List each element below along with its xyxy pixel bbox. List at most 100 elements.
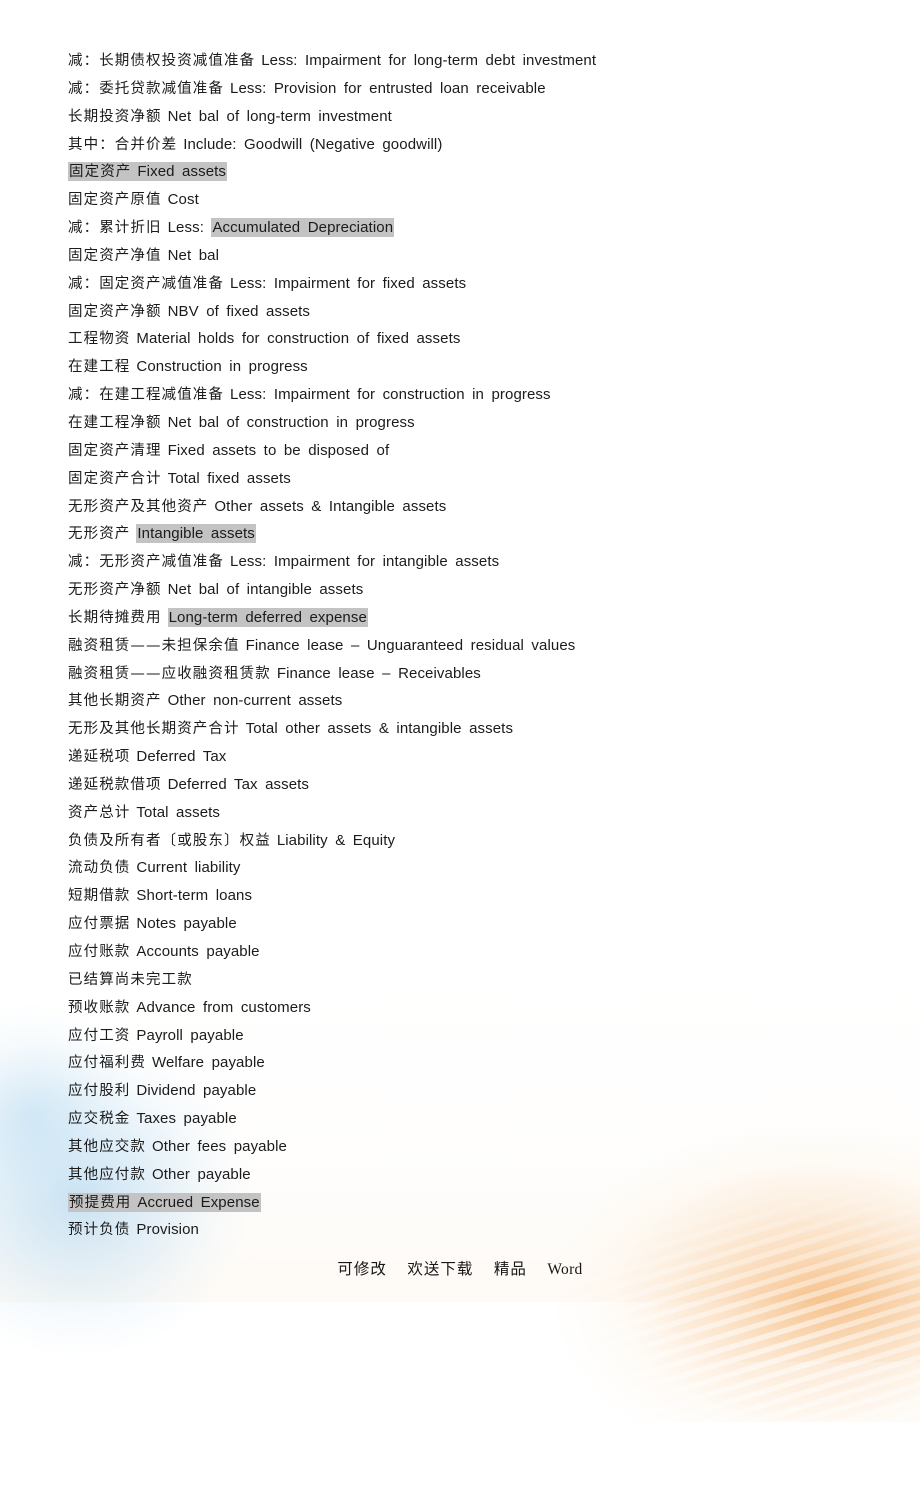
glossary-line: 无形资产及其他资产 Other assets & Intangible asset… xyxy=(68,493,868,521)
term-chinese: 固定资产净值 xyxy=(68,247,162,264)
term-chinese: 应付账款 xyxy=(68,944,131,960)
term-english: Taxes payable xyxy=(136,1110,237,1128)
term-chinese: 应付福利费 xyxy=(68,1055,146,1072)
term-english: Net bal xyxy=(167,246,220,264)
term-chinese: 其他长期资产 xyxy=(68,693,162,710)
term-english: Cost xyxy=(167,191,199,209)
term-english: Current liability xyxy=(136,859,241,877)
page-footer: 可修改 欢送下载 精品 Word xyxy=(0,1257,920,1279)
glossary-line: 其中：合并价差 Include: Goodwill (Negative goodw… xyxy=(68,131,868,159)
footer-item-0: 可修改 xyxy=(337,1260,387,1278)
term-chinese: 无形及其他长期资产合计 xyxy=(68,721,240,738)
term-chinese: 短期借款 xyxy=(68,888,131,905)
term-english: Other non-current assets xyxy=(167,692,343,710)
highlight-span: 预提费用 Accrued Expense xyxy=(68,1192,261,1212)
glossary-line: 减：长期债权投资减值准备 Less: Impairment for long-te… xyxy=(68,47,868,75)
glossary-line: 应付票据 Notes payable xyxy=(68,910,868,938)
term-english: Accrued Expense xyxy=(137,1193,260,1211)
glossary-line: 应交税金 Taxes payable xyxy=(68,1105,868,1133)
document-page: 减：长期债权投资减值准备 Less: Impairment for long-te… xyxy=(0,0,920,1302)
term-english: Total assets xyxy=(136,803,221,821)
glossary-line: 预收账款 Advance from customers xyxy=(68,994,868,1022)
term-english: Deferred Tax assets xyxy=(167,775,310,793)
term-english-highlighted: Intangible assets xyxy=(136,524,256,544)
term-chinese: 减：在建工程减值准备 xyxy=(68,387,224,404)
term-english: Liability & Equity xyxy=(276,831,396,849)
term-english: Less: Provision for entrusted loan recei… xyxy=(230,79,546,97)
term-english-highlighted: Long-term deferred expense xyxy=(167,607,368,627)
glossary-line: 减：在建工程减值准备 Less: Impairment for construct… xyxy=(68,381,868,409)
term-english: Total other assets & intangible assets xyxy=(245,720,514,738)
glossary-line: 应付工资 Payroll payable xyxy=(68,1022,868,1050)
term-chinese: 减：累计折旧 xyxy=(68,220,162,237)
term-english: Less: Impairment for construction in pro… xyxy=(230,386,551,404)
glossary-line: 资产总计 Total assets xyxy=(68,799,868,827)
glossary-line: 固定资产清理 Fixed assets to be disposed of xyxy=(68,437,868,465)
term-english: Include: Goodwill (Negative goodwill) xyxy=(183,135,443,153)
glossary-line: 其他应付款 Other payable xyxy=(68,1161,868,1189)
glossary-line: 减：累计折旧 Less: Accumulated Depreciation xyxy=(68,214,868,242)
term-english: Accounts payable xyxy=(136,943,260,960)
term-english: Less: Impairment for fixed assets xyxy=(230,274,467,292)
glossary-line: 固定资产净值 Net bal xyxy=(68,242,868,270)
glossary-line: 其他长期资产 Other non-current assets xyxy=(68,687,868,715)
glossary-line: 应付账款 Accounts payable xyxy=(68,938,868,966)
term-english: Material holds for construction of fixed… xyxy=(136,330,461,348)
term-english: Net bal of construction in progress xyxy=(167,413,415,431)
glossary-line: 长期待摊费用 Long-term deferred expense xyxy=(68,604,868,632)
term-english: Payroll payable xyxy=(136,1026,244,1044)
term-chinese: 应付票据 xyxy=(68,916,131,933)
term-chinese: 长期投资净额 xyxy=(68,108,162,125)
term-english: Total fixed assets xyxy=(167,469,291,487)
term-english: Other payable xyxy=(152,1165,251,1183)
term-chinese: 减：固定资产减值准备 xyxy=(68,275,224,292)
glossary-line-list: 减：长期债权投资减值准备 Less: Impairment for long-te… xyxy=(68,47,868,1244)
glossary-line: 预计负债 Provision xyxy=(68,1216,868,1244)
term-chinese: 应付股利 xyxy=(68,1083,131,1100)
term-chinese: 固定资产清理 xyxy=(68,442,162,459)
term-english: Provision xyxy=(136,1221,199,1239)
term-chinese: 固定资产 xyxy=(69,164,132,181)
term-chinese: 长期待摊费用 xyxy=(68,609,162,626)
glossary-line: 长期投资净额 Net bal of long-term investment xyxy=(68,103,868,131)
footer-item-1: 欢送下载 xyxy=(407,1260,474,1278)
glossary-line: 固定资产 Fixed assets xyxy=(68,158,868,186)
term-chinese: 无形资产及其他资产 xyxy=(68,498,209,515)
term-chinese: 无形资产 xyxy=(68,526,131,543)
term-chinese: 在建工程净额 xyxy=(68,414,162,431)
glossary-line: 融资租赁——未担保余值 Finance lease – Unguaranteed … xyxy=(68,632,868,660)
glossary-line: 其他应交款 Other fees payable xyxy=(68,1133,868,1161)
term-chinese: 已结算尚未完工款 xyxy=(68,971,193,988)
glossary-line: 固定资产原值 Cost xyxy=(68,186,868,214)
term-chinese: 减：长期债权投资减值准备 xyxy=(68,53,256,69)
term-english: Less: Impairment for intangible assets xyxy=(230,553,500,571)
glossary-line: 减：无形资产减值准备 Less: Impairment for intangibl… xyxy=(68,548,868,576)
glossary-line: 短期借款 Short-term loans xyxy=(68,882,868,910)
term-english: Less: Impairment for long-term debt inve… xyxy=(261,52,597,69)
term-english: Construction in progress xyxy=(136,358,308,376)
glossary-line: 无形资产 Intangible assets xyxy=(68,520,868,548)
term-english: Finance lease – Receivables xyxy=(276,664,481,682)
term-chinese: 其他应付款 xyxy=(68,1166,146,1183)
term-chinese: 预计负债 xyxy=(68,1222,131,1239)
term-chinese: 其中：合并价差 xyxy=(68,136,178,153)
term-english: Net bal of long-term investment xyxy=(167,107,392,125)
glossary-line: 减：固定资产减值准备 Less: Impairment for fixed ass… xyxy=(68,270,868,298)
term-chinese: 工程物资 xyxy=(68,331,131,348)
term-chinese: 应交税金 xyxy=(68,1111,131,1128)
term-english: Notes payable xyxy=(136,915,237,933)
glossary-line: 无形及其他长期资产合计 Total other assets & intangib… xyxy=(68,715,868,743)
term-chinese: 预提费用 xyxy=(69,1194,132,1211)
glossary-line: 应付股利 Dividend payable xyxy=(68,1077,868,1105)
term-chinese: 融资租赁——应收融资租赁款 xyxy=(68,665,271,682)
glossary-line: 已结算尚未完工款 xyxy=(68,966,868,994)
term-chinese: 减：无形资产减值准备 xyxy=(68,554,224,571)
term-chinese: 融资租赁——未担保余值 xyxy=(68,637,240,654)
term-chinese: 无形资产净额 xyxy=(68,582,162,599)
glossary-line: 流动负债 Current liability xyxy=(68,854,868,882)
term-chinese: 资产总计 xyxy=(68,804,131,821)
glossary-line: 无形资产净额 Net bal of intangible assets xyxy=(68,576,868,604)
term-english: Other fees payable xyxy=(152,1137,287,1155)
highlight-span: 固定资产 Fixed assets xyxy=(68,162,228,182)
glossary-line: 固定资产净额 NBV of fixed assets xyxy=(68,298,868,326)
